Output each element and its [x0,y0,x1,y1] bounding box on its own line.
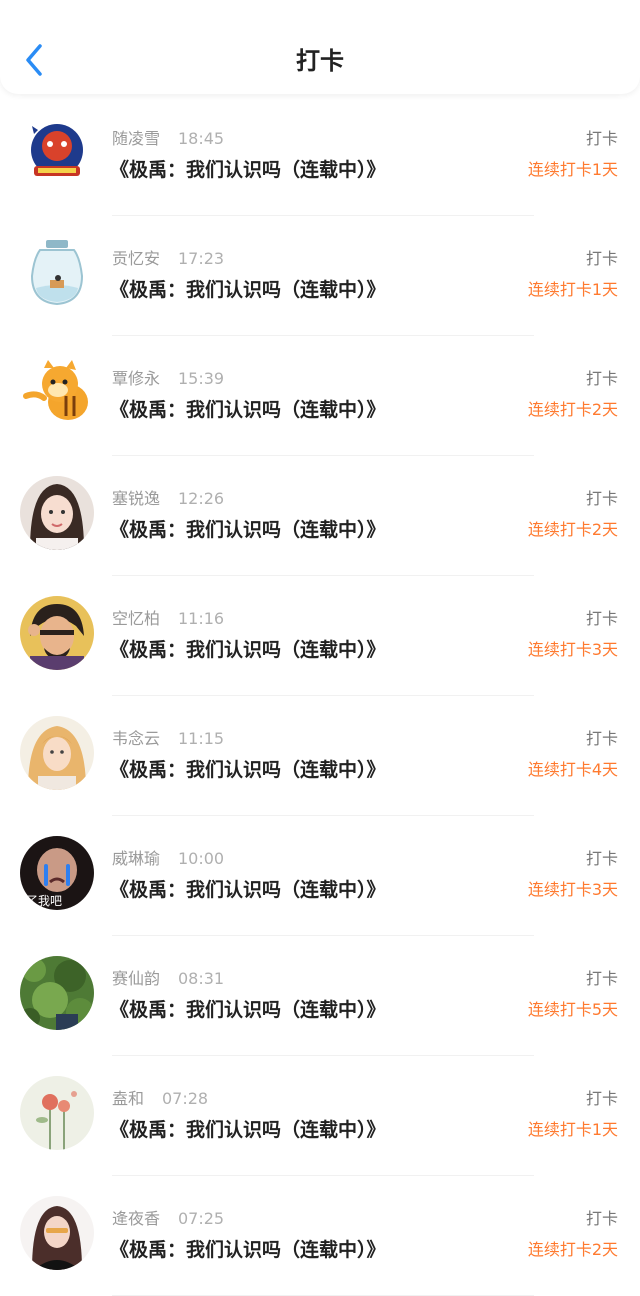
checkin-tag: 打卡 [585,849,618,868]
book-title[interactable]: 《极禹：我们认识吗（连载中）》 [110,756,386,784]
checkin-tag: 打卡 [585,249,618,268]
user-name: 覃修永 [112,369,161,388]
list-item[interactable]: 随凌雪 18:45 《极禹：我们认识吗（连载中）》 打卡 连续打卡1天 [0,96,640,216]
checkin-tag: 打卡 [585,1209,618,1228]
list-item[interactable]: 覃修永 15:39 《极禹：我们认识吗（连载中）》 打卡 连续打卡2天 [0,336,640,456]
list-item[interactable]: 塞锐逸 12:26 《极禹：我们认识吗（连载中）》 打卡 连续打卡2天 [0,456,640,576]
checkin-tag: 打卡 [585,729,618,748]
nav-header: 打卡 [0,0,640,94]
checkin-time: 11:16 [178,609,225,628]
streak-label: 连续打卡3天 [527,640,618,659]
book-title[interactable]: 《极禹：我们认识吗（连载中）》 [110,876,386,904]
checkin-time: 07:28 [162,1089,209,1108]
avatar[interactable] [20,1196,94,1270]
user-name: 逄夜香 [112,1209,161,1228]
book-title[interactable]: 《极禹：我们认识吗（连载中）》 [110,996,386,1024]
book-title[interactable]: 《极禹：我们认识吗（连载中）》 [110,516,386,544]
user-name: 空忆柏 [112,609,161,628]
avatar[interactable] [20,956,94,1030]
page-title: 打卡 [296,47,344,75]
streak-label: 连续打卡2天 [527,1240,618,1259]
list-item[interactable]: 赛仙韵 08:31 《极禹：我们认识吗（连载中）》 打卡 连续打卡5天 [0,936,640,1056]
book-title[interactable]: 《极禹：我们认识吗（连载中）》 [110,396,386,424]
avatar[interactable] [20,716,94,790]
book-title[interactable]: 《极禹：我们认识吗（连载中）》 [110,156,386,184]
avatar[interactable] [20,356,94,430]
avatar[interactable]: 了我吧 [20,836,94,910]
avatar[interactable] [20,116,94,190]
streak-label: 连续打卡2天 [527,400,618,419]
checkin-time: 11:15 [178,729,225,748]
user-name: 韦念云 [112,729,161,748]
checkin-tag: 打卡 [585,1089,618,1108]
streak-label: 连续打卡2天 [527,520,618,539]
checkin-tag: 打卡 [585,969,618,988]
avatar[interactable] [20,236,94,310]
list-item[interactable]: 韦念云 11:15 《极禹：我们认识吗（连载中）》 打卡 连续打卡4天 [0,696,640,816]
user-name: 贡忆安 [112,249,161,268]
checkin-time: 12:26 [178,489,225,508]
list-item[interactable]: 盍和 07:28 《极禹：我们认识吗（连载中）》 打卡 连续打卡1天 [0,1056,640,1176]
list-item[interactable]: 了我吧 威琳瑜 10:00 《极禹：我们认识吗（连载中）》 打卡 连续打卡3天 [0,816,640,936]
checkin-list: 随凌雪 18:45 《极禹：我们认识吗（连载中）》 打卡 连续打卡1天 贡忆安 … [0,96,640,1296]
user-name: 随凌雪 [112,129,161,148]
checkin-time: 15:39 [178,369,225,388]
user-name: 威琳瑜 [112,849,161,868]
streak-label: 连续打卡4天 [527,760,618,779]
checkin-tag: 打卡 [585,369,618,388]
streak-label: 连续打卡1天 [527,160,618,179]
streak-label: 连续打卡1天 [527,1120,618,1139]
book-title[interactable]: 《极禹：我们认识吗（连载中）》 [110,1116,386,1144]
avatar[interactable] [20,476,94,550]
list-item[interactable]: 逄夜香 07:25 《极禹：我们认识吗（连载中）》 打卡 连续打卡2天 [0,1176,640,1296]
book-title[interactable]: 《极禹：我们认识吗（连载中）》 [110,636,386,664]
avatar[interactable] [20,1076,94,1150]
checkin-tag: 打卡 [585,609,618,628]
streak-label: 连续打卡5天 [527,1000,618,1019]
book-title[interactable]: 《极禹：我们认识吗（连载中）》 [110,1236,386,1264]
checkin-time: 17:23 [178,249,225,268]
checkin-time: 07:25 [178,1209,225,1228]
book-title[interactable]: 《极禹：我们认识吗（连载中）》 [110,276,386,304]
avatar-overlay-text: 了我吧 [26,894,63,908]
checkin-time: 10:00 [178,849,225,868]
checkin-time: 18:45 [178,129,225,148]
list-item[interactable]: 空忆柏 11:16 《极禹：我们认识吗（连载中）》 打卡 连续打卡3天 [0,576,640,696]
checkin-tag: 打卡 [585,489,618,508]
user-name: 塞锐逸 [112,489,161,508]
streak-label: 连续打卡3天 [527,880,618,899]
checkin-time: 08:31 [178,969,225,988]
checkin-tag: 打卡 [585,129,618,148]
user-name: 赛仙韵 [112,969,161,988]
user-name: 盍和 [112,1089,145,1108]
avatar[interactable] [20,596,94,670]
streak-label: 连续打卡1天 [527,280,618,299]
list-item[interactable]: 贡忆安 17:23 《极禹：我们认识吗（连载中）》 打卡 连续打卡1天 [0,216,640,336]
